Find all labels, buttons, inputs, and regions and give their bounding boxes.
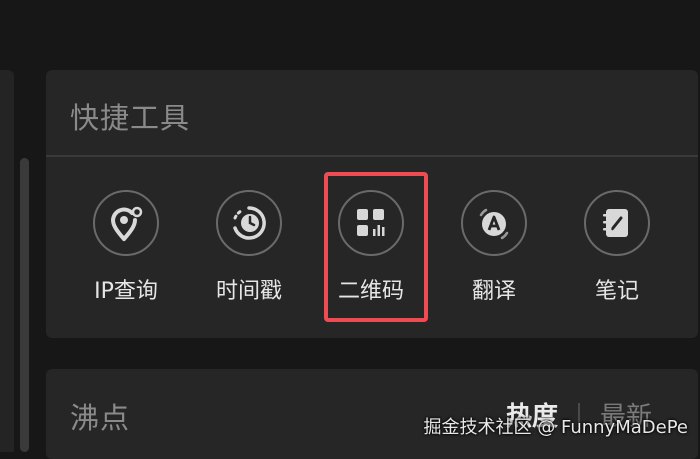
tool-timestamp[interactable]: 时间戳 (194, 190, 304, 320)
divider (46, 155, 698, 157)
translate-icon (461, 190, 527, 256)
scrollbar[interactable] (20, 158, 29, 452)
tool-label: 翻译 (471, 279, 516, 304)
feed-title: 沸点 (70, 401, 131, 435)
left-panel (0, 70, 14, 452)
tool-label: 笔记 (594, 279, 639, 304)
tool-label: IP查询 (94, 279, 158, 304)
tool-ip-lookup[interactable]: IP查询 (71, 190, 181, 320)
tool-translate[interactable]: 翻译 (439, 190, 549, 320)
selection-highlight (324, 172, 428, 322)
timestamp-clock-icon (216, 190, 282, 256)
watermark: 掘金技术社区 @ FunnyMaDePe (423, 417, 688, 438)
quick-tools-title: 快捷工具 (70, 101, 191, 135)
quick-tools-card: 快捷工具 IP查询 时间戳 二维码 翻译 笔记 (46, 70, 698, 338)
notebook-icon (584, 190, 650, 256)
tool-notes[interactable]: 笔记 (562, 190, 672, 320)
scrollbar-thumb[interactable] (20, 158, 29, 452)
tool-label: 时间戳 (215, 279, 282, 304)
ip-location-icon (93, 190, 159, 256)
